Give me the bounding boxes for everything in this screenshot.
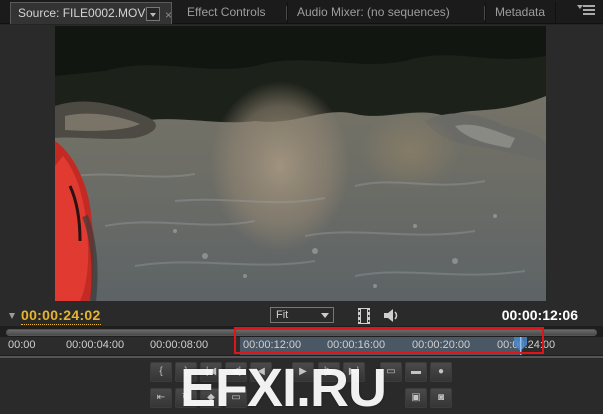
tab-effect-controls-label: Effect Controls xyxy=(187,5,266,19)
zoom-select[interactable]: Fit xyxy=(270,307,334,323)
film-icon[interactable] xyxy=(358,308,370,324)
current-timecode[interactable]: 00:00:24:02 xyxy=(21,307,101,323)
tab-divider xyxy=(286,6,287,20)
overwrite-icon[interactable]: ▬ xyxy=(405,362,427,382)
tab-metadata-label: Metadata xyxy=(495,5,546,19)
marker-icon[interactable] xyxy=(9,313,15,319)
tab-metadata[interactable]: Metadata xyxy=(488,2,556,24)
tab-audio-mixer[interactable]: Audio Mixer: (no sequences) xyxy=(290,2,486,24)
zoom-select-value: Fit xyxy=(276,309,289,321)
mark-in-icon[interactable]: { xyxy=(150,362,172,382)
safe-margins-icon[interactable]: ▣ xyxy=(405,388,427,408)
ruler-tick-label: 00:00 xyxy=(8,339,36,351)
panel-menu-icon[interactable] xyxy=(577,5,595,17)
panel-tab-bar: Source: FILE0002.MOV × Effect Controls A… xyxy=(0,0,603,24)
tab-source[interactable]: Source: FILE0002.MOV × xyxy=(10,2,172,24)
watermark-logo: EFXI.RU xyxy=(180,358,387,414)
tab-divider xyxy=(484,6,485,20)
go-to-previous-icon[interactable]: ⇤ xyxy=(150,388,172,408)
camera-icon[interactable]: ◙ xyxy=(430,388,452,408)
video-frame-image xyxy=(55,26,546,301)
output-icon[interactable]: ● xyxy=(430,362,452,382)
tab-source-label: Source: FILE0002.MOV xyxy=(18,6,146,20)
duration-timecode: 00:00:12:06 xyxy=(501,307,578,323)
source-monitor xyxy=(0,25,603,305)
annotation-highlight-box xyxy=(234,327,544,354)
monitor-control-row: 00:00:24:02 Fit 00:00:12:06 xyxy=(0,305,603,327)
ruler-tick-label: 00:00:08:00 xyxy=(150,339,209,351)
video-frame[interactable] xyxy=(55,26,546,301)
ruler-tick-label: 00:00:04:00 xyxy=(66,339,125,351)
tab-effect-controls[interactable]: Effect Controls xyxy=(180,2,288,24)
source-clip-dropdown[interactable] xyxy=(146,7,160,21)
tab-audio-mixer-label: Audio Mixer: (no sequences) xyxy=(297,5,450,19)
timecode-scrub-underline xyxy=(21,324,101,325)
speaker-icon[interactable] xyxy=(383,308,399,323)
close-icon[interactable]: × xyxy=(165,5,172,26)
chevron-down-icon xyxy=(321,313,329,318)
